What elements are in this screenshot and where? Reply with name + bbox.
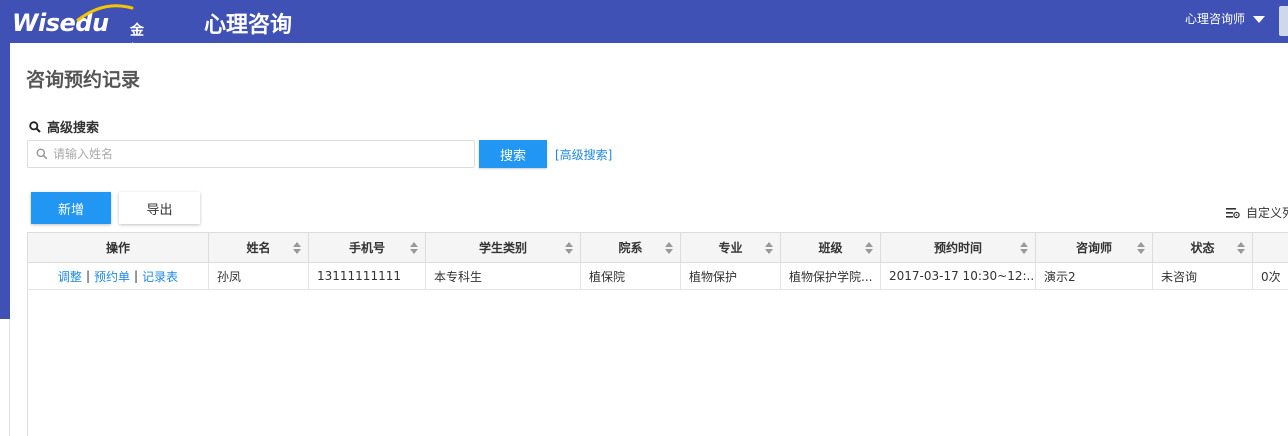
advanced-search-heading-text: 高级搜索: [47, 121, 100, 136]
separator: |: [85, 269, 90, 283]
cell-counselor: 演示2: [1036, 263, 1153, 289]
sort-icon[interactable]: [292, 241, 302, 255]
cell-major: 植物保护: [681, 263, 781, 289]
search-button[interactable]: 搜索: [479, 140, 547, 168]
app-title: 心理咨询: [204, 13, 293, 38]
col-header-status-label: 状态: [1190, 241, 1215, 255]
col-header-status[interactable]: 状态: [1153, 233, 1253, 262]
col-header-class[interactable]: 班级: [781, 233, 881, 262]
advanced-search-heading: 高级搜索: [29, 117, 99, 136]
cell-time: 2017-03-17 10:30~12:...: [881, 263, 1036, 289]
cell-class: 植物保护学院...: [781, 263, 881, 289]
sort-icon[interactable]: [764, 241, 774, 255]
col-header-time-label: 预约时间: [933, 241, 982, 255]
avatar[interactable]: [1279, 6, 1288, 36]
column-settings-icon: [1226, 207, 1240, 218]
custom-columns-label: 自定义列: [1246, 206, 1288, 220]
table-row[interactable]: 调整 | 预约单 | 记录表 孙凤 13111111111 本专科生 植保院 植…: [28, 263, 1288, 290]
caret-down-icon: [1253, 15, 1266, 23]
cell-category: 本专科生: [426, 263, 581, 289]
sort-icon[interactable]: [1019, 241, 1029, 255]
col-header-name-label: 姓名: [246, 241, 271, 255]
col-header-ops-label: 操作: [105, 241, 130, 255]
search-box[interactable]: [27, 140, 475, 168]
col-header-count[interactable]: [1253, 233, 1288, 262]
cell-phone: 13111111111: [309, 263, 426, 289]
col-header-counselor[interactable]: 咨询师: [1036, 233, 1153, 262]
col-header-category-label: 学生类别: [478, 241, 527, 255]
col-header-time[interactable]: 预约时间: [881, 233, 1036, 262]
table-header: 操作 姓名 手机号 学生类别 院系 专业 班级 预约时间 咨询师 状态: [28, 233, 1288, 263]
top-header: Wisedu 金智教育 心理咨询 心理咨询师: [0, 0, 1288, 99]
cell-count: 0次: [1261, 269, 1281, 284]
records-table: 操作 姓名 手机号 学生类别 院系 专业 班级 预约时间 咨询师 状态 调整 |…: [27, 232, 1288, 436]
advanced-search-link[interactable]: [高级搜索]: [555, 146, 612, 163]
sort-icon[interactable]: [864, 241, 874, 255]
cell-name: 孙凤: [209, 263, 309, 289]
col-header-dept[interactable]: 院系: [581, 233, 681, 262]
search-icon: [29, 120, 41, 133]
separator: |: [134, 269, 139, 283]
main-content: 咨询预约记录 高级搜索 搜索 [高级搜索] 新增 导出 自定义列 操作: [10, 43, 1288, 436]
search-input[interactable]: [53, 147, 453, 161]
sort-icon[interactable]: [1236, 241, 1246, 255]
sort-icon[interactable]: [1136, 241, 1146, 255]
col-header-name[interactable]: 姓名: [209, 233, 309, 262]
col-header-class-label: 班级: [818, 241, 843, 255]
role-label: 心理咨询师: [1185, 12, 1246, 26]
col-header-phone-label: 手机号: [348, 241, 385, 255]
sort-icon[interactable]: [664, 241, 674, 255]
page-title: 咨询预约记录: [26, 69, 141, 91]
sort-icon[interactable]: [564, 241, 574, 255]
col-header-major[interactable]: 专业: [681, 233, 781, 262]
left-sidebar-strip: [0, 43, 10, 319]
col-header-phone[interactable]: 手机号: [309, 233, 426, 262]
cell-status: 未咨询: [1153, 263, 1253, 289]
col-header-ops: 操作: [28, 233, 209, 262]
export-button[interactable]: 导出: [119, 192, 200, 224]
role-dropdown[interactable]: 心理咨询师: [1185, 10, 1266, 27]
col-header-counselor-label: 咨询师: [1075, 241, 1112, 255]
col-header-dept-label: 院系: [618, 241, 643, 255]
row-actions: 调整 | 预约单 | 记录表: [28, 263, 209, 289]
adjust-link[interactable]: 调整: [58, 268, 82, 285]
search-icon: [36, 148, 48, 160]
col-header-category[interactable]: 学生类别: [426, 233, 581, 262]
sort-icon[interactable]: [409, 241, 419, 255]
col-header-major-label: 专业: [718, 241, 743, 255]
cell-dept: 植保院: [581, 263, 681, 289]
record-sheet-link[interactable]: 记录表: [142, 268, 178, 285]
custom-columns-button[interactable]: 自定义列: [1226, 204, 1288, 221]
appointment-form-link[interactable]: 预约单: [94, 268, 130, 285]
logo-swoosh-icon: [76, 4, 134, 22]
add-button[interactable]: 新增: [31, 192, 111, 224]
